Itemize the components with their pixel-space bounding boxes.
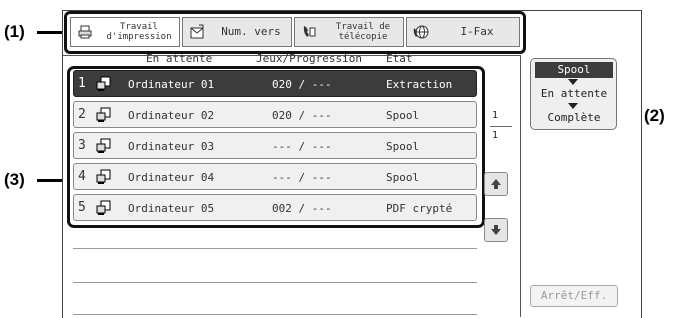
arrow-up-icon — [491, 179, 501, 189]
job-name: Ordinateur 04 — [128, 171, 215, 184]
stop-delete-button[interactable]: Arrêt/Eff. — [530, 285, 618, 307]
job-progress: 020 / --- — [272, 78, 332, 91]
queue-option-spool[interactable]: Spool — [535, 62, 613, 78]
internet-fax-icon — [413, 25, 429, 39]
tab-fax-job[interactable]: Travail de télécopie — [294, 17, 404, 47]
page-current: 1 — [492, 110, 499, 121]
job-row[interactable]: 3 Ordinateur 03 --- / --- Spool — [73, 132, 477, 159]
computer-job-icon — [96, 138, 111, 153]
triangle-down-icon — [568, 103, 578, 109]
tab-print-job[interactable]: Travail d'impression — [70, 17, 180, 47]
printer-icon — [78, 25, 92, 39]
callout-spool: (2) — [644, 106, 665, 125]
triangle-down-icon — [568, 79, 578, 85]
job-row[interactable]: 4 Ordinateur 04 --- / --- Spool — [73, 163, 477, 190]
queue-option-waiting[interactable]: En attente — [535, 86, 613, 102]
tab-label: Num. vers — [221, 25, 281, 38]
job-number: 2 — [78, 107, 86, 122]
job-progress: 020 / --- — [272, 109, 332, 122]
scroll-up-button[interactable] — [484, 172, 508, 196]
job-name: Ordinateur 03 — [128, 140, 215, 153]
computer-job-icon — [96, 107, 111, 122]
job-row[interactable]: 1 Ordinateur 01 020 / --- Extraction — [73, 70, 477, 97]
computer-job-icon — [96, 169, 111, 184]
tab-label: Travail d'impression — [106, 22, 172, 42]
callout-tabs: (1) — [4, 22, 25, 41]
job-name: Ordinateur 05 — [128, 202, 215, 215]
column-header-waiting: En attente — [146, 52, 213, 65]
tab-label: Travail de télécopie — [335, 22, 391, 42]
arrow-down-icon — [491, 225, 501, 235]
tab-scan-to[interactable]: Num. vers — [182, 17, 292, 47]
job-status: Spool — [386, 140, 420, 153]
scan-icon — [190, 24, 204, 39]
computer-job-icon — [96, 200, 111, 215]
callout-tabs-line — [37, 31, 64, 34]
job-progress: --- / --- — [272, 171, 332, 184]
tab-label: I-Fax — [460, 25, 494, 38]
job-progress: 002 / --- — [272, 202, 332, 215]
page-total: 1 — [492, 130, 499, 141]
job-row[interactable]: 2 Ordinateur 02 020 / --- Spool — [73, 101, 477, 128]
fax-icon — [303, 26, 316, 37]
tab-i-fax[interactable]: I-Fax — [406, 17, 520, 47]
callout-list: (3) — [4, 170, 25, 189]
empty-row-line — [73, 248, 477, 249]
job-number: 1 — [78, 76, 86, 91]
column-header-state: Etat — [386, 52, 413, 65]
panel-divider — [520, 55, 521, 317]
empty-row-line — [73, 282, 477, 283]
column-header-sets: Jeux/Progression — [256, 52, 362, 65]
job-status: Extraction — [386, 78, 453, 91]
page-separator — [490, 126, 512, 127]
job-progress: --- / --- — [272, 140, 332, 153]
job-number: 5 — [78, 200, 86, 215]
job-name: Ordinateur 02 — [128, 109, 215, 122]
empty-row-line — [73, 314, 477, 315]
computer-job-icon — [96, 76, 111, 91]
scroll-down-button[interactable] — [484, 218, 508, 242]
job-status: Spool — [386, 109, 420, 122]
job-number: 3 — [78, 138, 86, 153]
job-number: 4 — [78, 169, 86, 184]
queue-option-complete[interactable]: Complète — [535, 110, 613, 126]
job-status: PDF crypté — [386, 202, 453, 215]
job-status: Spool — [386, 171, 420, 184]
job-name: Ordinateur 01 — [128, 78, 215, 91]
job-row[interactable]: 5 Ordinateur 05 002 / --- PDF crypté — [73, 194, 477, 221]
